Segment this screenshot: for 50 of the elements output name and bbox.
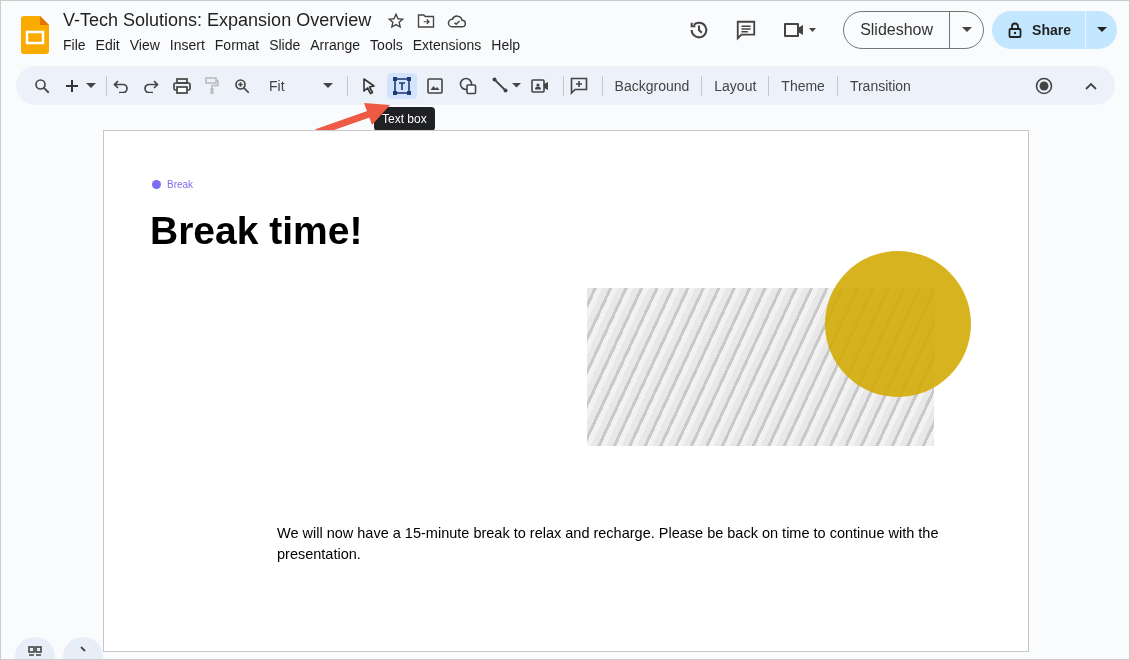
- menu-item[interactable]: Format: [214, 37, 260, 53]
- menu-item[interactable]: View: [129, 37, 160, 53]
- comment-icon[interactable]: [735, 19, 758, 41]
- record-icon[interactable]: [1035, 76, 1053, 95]
- menu-item[interactable]: Help: [491, 37, 521, 53]
- video-icon[interactable]: [530, 77, 549, 94]
- menu-item[interactable]: Extensions: [412, 37, 482, 53]
- cursor-arrow-icon: [360, 76, 377, 95]
- toolbar-action-button[interactable]: Theme: [775, 77, 837, 94]
- print-icon[interactable]: [173, 77, 191, 94]
- document-title[interactable]: V-Tech Solutions: Expansion Overview: [63, 10, 372, 31]
- caret-icon: [322, 82, 333, 89]
- toolbar-action-button[interactable]: Layout: [708, 77, 769, 94]
- tag-dot-icon: [152, 180, 161, 189]
- line-icon: [491, 76, 522, 95]
- plus-icon[interactable]: [65, 78, 79, 93]
- star-icon[interactable]: [387, 11, 406, 30]
- zoom-dropdown[interactable]: Fit: [265, 77, 337, 94]
- menu-item[interactable]: Arrange: [310, 37, 361, 53]
- folder-icon[interactable]: [417, 12, 436, 29]
- slide-tag: Break: [167, 179, 194, 190]
- chevron-up-icon[interactable]: [1085, 81, 1097, 90]
- menu-item[interactable]: Tools: [370, 37, 403, 53]
- menu-item[interactable]: Slide: [269, 37, 301, 53]
- tooltip: Text box: [374, 107, 435, 131]
- menu-item[interactable]: Insert: [169, 37, 205, 53]
- add-comment-icon[interactable]: [569, 76, 588, 95]
- caret-icon[interactable]: [86, 82, 96, 89]
- redo-icon[interactable]: [143, 78, 159, 93]
- menu-item[interactable]: File: [63, 37, 86, 53]
- grid-icon: [28, 646, 42, 656]
- search-icon[interactable]: [33, 76, 51, 95]
- image-icon: [426, 77, 443, 94]
- toolbar-action-button[interactable]: Transition: [843, 77, 923, 94]
- slideshow-button[interactable]: Slideshow: [844, 12, 950, 48]
- cloud-icon[interactable]: [447, 12, 468, 29]
- caret-icon: [1096, 27, 1107, 33]
- slide-body-text: We will now have a 15-minute break to relax and recharge. Please be back on time to continue with the presentation.: [277, 524, 940, 564]
- caret-icon: [961, 27, 972, 33]
- lock-icon: [1008, 22, 1023, 38]
- share-button[interactable]: Share: [992, 11, 1085, 49]
- slide-heading: Break time!: [150, 209, 363, 253]
- menu-item[interactable]: Edit: [95, 37, 120, 53]
- text-box-icon: [391, 75, 412, 96]
- zoom-icon[interactable]: [233, 76, 251, 95]
- toolbar-action-button[interactable]: Background: [608, 77, 702, 94]
- undo-icon[interactable]: [113, 78, 129, 93]
- textbox-tool-button[interactable]: [386, 72, 417, 99]
- slides-logo-icon[interactable]: [21, 16, 49, 54]
- shapes-icon: [458, 76, 477, 95]
